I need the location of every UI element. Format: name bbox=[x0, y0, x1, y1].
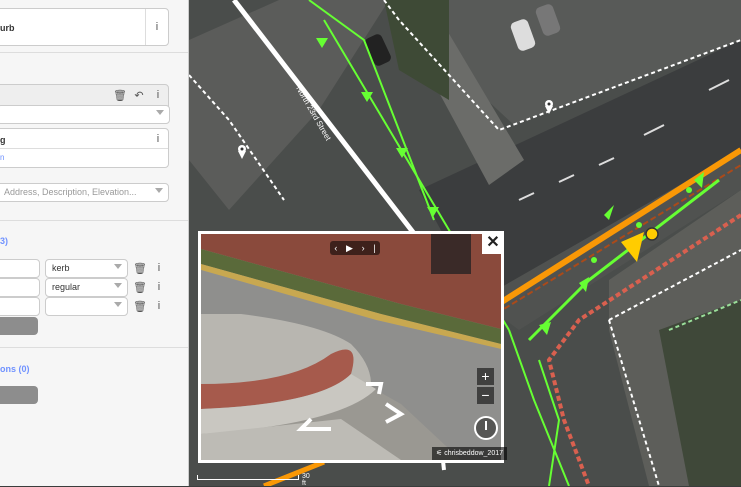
chevron-down-icon bbox=[114, 283, 122, 288]
play-icon[interactable]: ▶ bbox=[346, 243, 353, 254]
chevron-down-icon bbox=[156, 110, 164, 115]
compass-icon[interactable] bbox=[474, 416, 498, 440]
tag-label: g bbox=[0, 135, 6, 145]
field-card: 🗑 ↶ i bbox=[0, 84, 170, 124]
tag-link[interactable]: n bbox=[0, 153, 4, 162]
chevron-down-icon bbox=[114, 302, 122, 307]
tag-card: g i n bbox=[0, 128, 169, 168]
camera-icon: ⚟ bbox=[436, 450, 445, 457]
divider bbox=[0, 148, 168, 149]
divider bbox=[145, 9, 146, 45]
trash-icon[interactable]: 🗑 bbox=[131, 297, 149, 315]
value-combo[interactable]: kerb bbox=[45, 259, 128, 278]
sequence-controls: ‹ ▶ › | bbox=[330, 241, 380, 255]
add-tag-button[interactable] bbox=[0, 317, 38, 335]
zoom-out-button[interactable]: − bbox=[477, 387, 494, 404]
previous-icon[interactable]: ‹ bbox=[334, 243, 337, 253]
tag-info-icon[interactable]: i bbox=[149, 130, 167, 148]
field-info-icon[interactable]: i bbox=[149, 86, 167, 104]
value-combo[interactable] bbox=[45, 297, 128, 316]
add-member-button[interactable] bbox=[0, 386, 38, 404]
field-combo[interactable] bbox=[0, 105, 170, 124]
divider bbox=[0, 347, 188, 348]
chevron-down-icon bbox=[155, 188, 163, 193]
preset-card[interactable]: urb i bbox=[0, 8, 169, 46]
trash-icon[interactable]: 🗑 bbox=[131, 278, 149, 296]
add-field-combo[interactable]: Address, Description, Elevation... bbox=[0, 183, 169, 202]
info-icon[interactable]: i bbox=[150, 278, 168, 296]
row-value: regular bbox=[52, 282, 81, 292]
info-icon[interactable]: i bbox=[150, 259, 168, 277]
street-photo-viewer[interactable] bbox=[198, 231, 504, 463]
trash-icon[interactable]: 🗑 bbox=[131, 259, 149, 277]
info-icon[interactable]: i bbox=[150, 297, 168, 315]
role-combo-left[interactable] bbox=[0, 278, 40, 297]
zoom-in-button[interactable]: + bbox=[477, 368, 494, 385]
attribution-text: chrisbeddow_2017 bbox=[444, 450, 503, 457]
next-icon[interactable]: › bbox=[362, 243, 365, 253]
row-value: kerb bbox=[52, 263, 70, 273]
street-photo bbox=[201, 234, 501, 460]
value-combo[interactable]: regular bbox=[45, 278, 128, 297]
scale-bar: 30 ft bbox=[197, 470, 310, 487]
preset-name: urb bbox=[0, 23, 15, 33]
role-combo-left[interactable] bbox=[0, 297, 40, 316]
trash-icon[interactable]: 🗑 bbox=[111, 86, 129, 104]
section-toggle-members[interactable]: ons (0) bbox=[0, 364, 30, 374]
undo-icon[interactable]: ↶ bbox=[130, 86, 148, 104]
chevron-down-icon bbox=[114, 264, 122, 269]
photo-attribution[interactable]: ⚟ chrisbeddow_2017 bbox=[432, 447, 507, 460]
preset-info-icon[interactable]: i bbox=[148, 18, 166, 36]
add-field-placeholder: Address, Description, Elevation... bbox=[4, 187, 137, 197]
divider bbox=[0, 220, 188, 221]
role-combo-left[interactable] bbox=[0, 259, 40, 278]
close-viewer-button[interactable]: ✕ bbox=[482, 232, 504, 254]
separator: | bbox=[373, 243, 376, 253]
section-toggle-relations[interactable]: 3) bbox=[0, 236, 8, 246]
divider bbox=[0, 52, 188, 53]
inspector-sidebar: urb i 🗑 ↶ i g i n Address, Description, … bbox=[0, 0, 189, 486]
scale-label: 30 ft bbox=[302, 473, 310, 487]
